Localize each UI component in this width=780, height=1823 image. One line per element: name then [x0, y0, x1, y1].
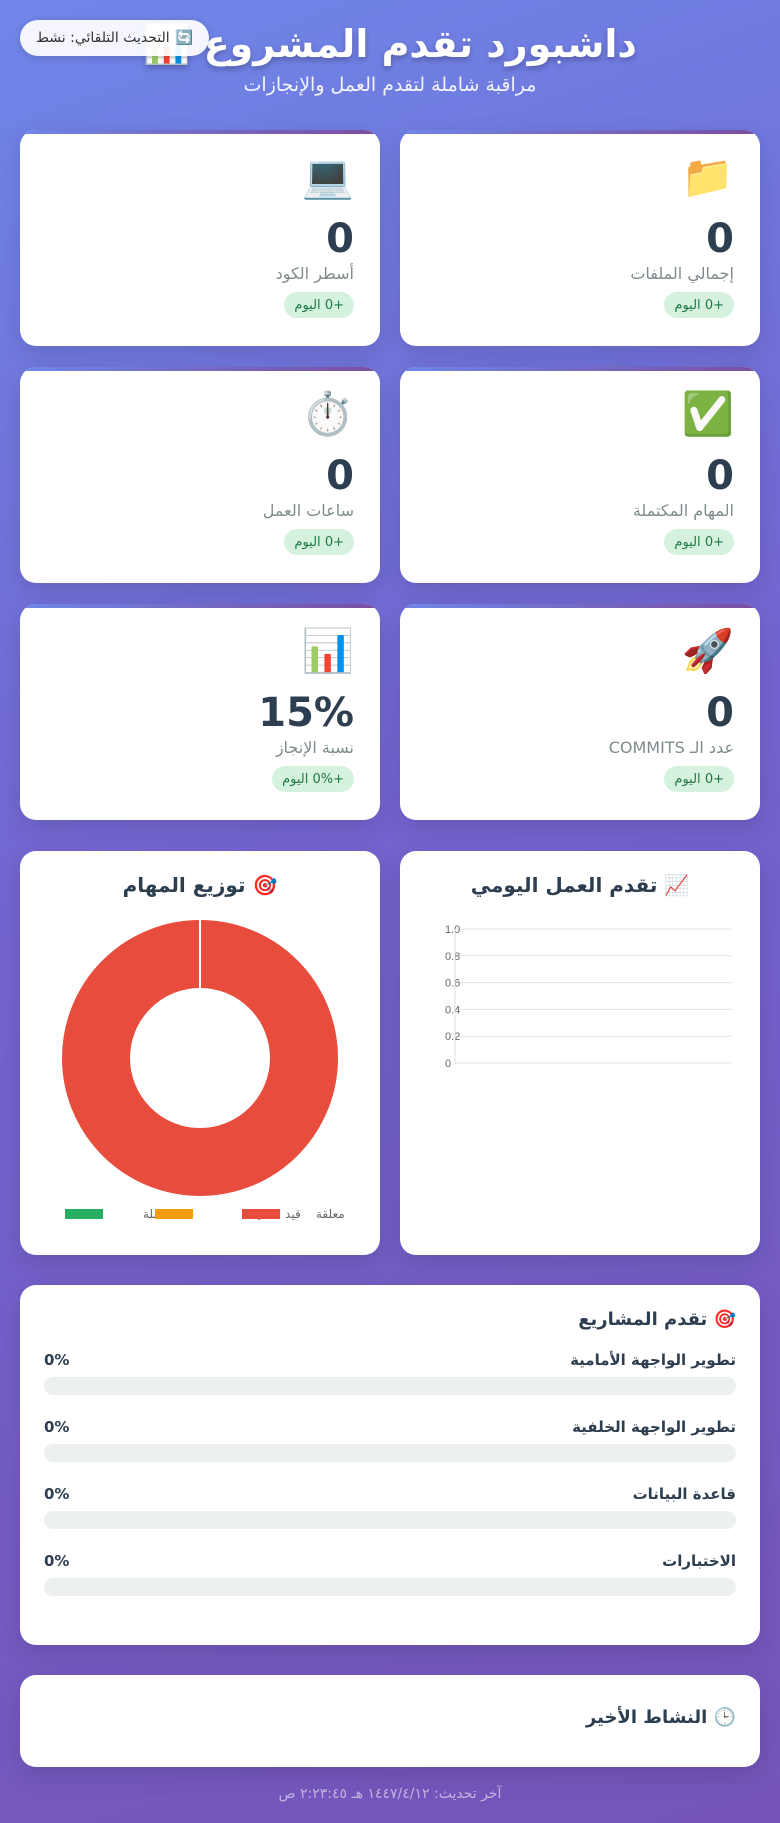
check-icon: ✅: [681, 389, 734, 438]
rocket-icon: 🚀: [681, 626, 734, 675]
stat-card-files: 📁 0 إجمالي الملفات +0 اليوم: [400, 130, 760, 346]
auto-refresh-label: التحديث التلقائي: نشط: [36, 30, 170, 46]
stat-value: 15%: [258, 690, 354, 736]
stat-card-code-lines: 💻 0 أسطر الكود +0 اليوم: [20, 130, 380, 346]
recent-activity-card: 🕒 النشاط الأخير: [20, 1675, 760, 1767]
stat-label: عدد الـ COMMITS: [608, 738, 734, 757]
y-tick-label: 0.8: [445, 951, 460, 963]
legend-swatch: [65, 1209, 103, 1219]
daily-progress-chart-card: 📈 تقدم العمل اليومي 0 0.2 0.4 0.6 0.8 1.0: [400, 851, 760, 1255]
project-progress-row: تطوير الواجهة الأمامية 0%: [44, 1351, 736, 1403]
project-progress-row: تطوير الواجهة الخلفية 0%: [44, 1418, 736, 1470]
stat-value: 0: [326, 453, 354, 499]
project-percent: 0%: [44, 1485, 70, 1503]
project-progress-row: قاعدة البيانات 0%: [44, 1485, 736, 1537]
legend-swatch: [155, 1209, 193, 1219]
y-tick-label: 1.0: [445, 924, 460, 936]
page-subtitle: مراقبة شاملة لتقدم العمل والإنجازات: [243, 74, 537, 96]
laptop-icon: 💻: [301, 152, 354, 201]
y-tick-label: 0.2: [445, 1031, 460, 1043]
project-progress-row: الاختبارات 0%: [44, 1552, 736, 1604]
legend-label: معلقة: [316, 1207, 345, 1221]
stat-change-badge: +0% اليوم: [272, 766, 354, 792]
project-percent: 0%: [44, 1351, 70, 1369]
stat-change-badge: +0 اليوم: [284, 292, 354, 318]
stat-value: 0: [706, 216, 734, 262]
bar-chart-icon: 📊: [301, 626, 354, 675]
projects-progress-title: 🎯 تقدم المشاريع: [578, 1309, 736, 1330]
stat-card-hours: ⏱️ 0 ساعات العمل +0 اليوم: [20, 367, 380, 583]
stat-label: نسبة الإنجاز: [275, 738, 354, 757]
stat-label: أسطر الكود: [275, 264, 354, 283]
project-name: تطوير الواجهة الخلفية: [572, 1418, 736, 1436]
last-update-footer: آخر تحديث: ١٤٤٧/٤/١٢ هـ ٢:٢٣:٤٥ ص: [278, 1786, 502, 1802]
auto-refresh-toggle[interactable]: 🔄 التحديث التلقائي: نشط: [20, 20, 210, 56]
refresh-icon: 🔄: [175, 30, 194, 46]
progress-track: [44, 1511, 736, 1529]
project-name: الاختبارات: [662, 1552, 736, 1570]
stat-change-badge: +0 اليوم: [284, 529, 354, 555]
stat-label: إجمالي الملفات: [630, 264, 734, 283]
stat-value: 0: [706, 690, 734, 736]
stat-change-badge: +0 اليوم: [664, 292, 734, 318]
project-percent: 0%: [44, 1418, 70, 1436]
stat-label: المهام المكتملة: [632, 501, 734, 520]
project-name: تطوير الواجهة الأمامية: [570, 1351, 736, 1369]
recent-activity-title: 🕒 النشاط الأخير: [585, 1707, 736, 1728]
progress-track: [44, 1444, 736, 1462]
y-tick-label: 0: [445, 1058, 451, 1070]
stopwatch-icon: ⏱️: [301, 389, 354, 438]
stat-value: 0: [706, 453, 734, 499]
project-name: قاعدة البيانات: [632, 1485, 736, 1503]
progress-track: [44, 1377, 736, 1395]
progress-track: [44, 1578, 736, 1596]
daily-progress-line-chart: 0 0.2 0.4 0.6 0.8 1.0: [445, 924, 732, 1070]
projects-progress-card: 🎯 تقدم المشاريع تطوير الواجهة الأمامية 0…: [20, 1285, 760, 1645]
y-tick-label: 0.4: [445, 1004, 460, 1016]
task-distribution-doughnut-chart: مكتملةقيد التنفيذمعلقة: [62, 920, 345, 1221]
project-percent: 0%: [44, 1552, 70, 1570]
legend-swatch: [242, 1209, 280, 1219]
task-distribution-chart-card: 🎯 توزيع المهام مكتملةقيد التنفيذمعلقة: [20, 851, 380, 1255]
stat-change-badge: +0 اليوم: [664, 766, 734, 792]
stat-value: 0: [326, 216, 354, 262]
stat-label: ساعات العمل: [262, 501, 354, 520]
stat-card-tasks: ✅ 0 المهام المكتملة +0 اليوم: [400, 367, 760, 583]
stat-card-commits: 🚀 0 عدد الـ COMMITS +0 اليوم: [400, 604, 760, 820]
stat-change-badge: +0 اليوم: [664, 529, 734, 555]
stat-card-completion: 📊 15% نسبة الإنجاز +0% اليوم: [20, 604, 380, 820]
folder-icon: 📁: [681, 152, 734, 201]
y-tick-label: 0.6: [445, 978, 460, 990]
